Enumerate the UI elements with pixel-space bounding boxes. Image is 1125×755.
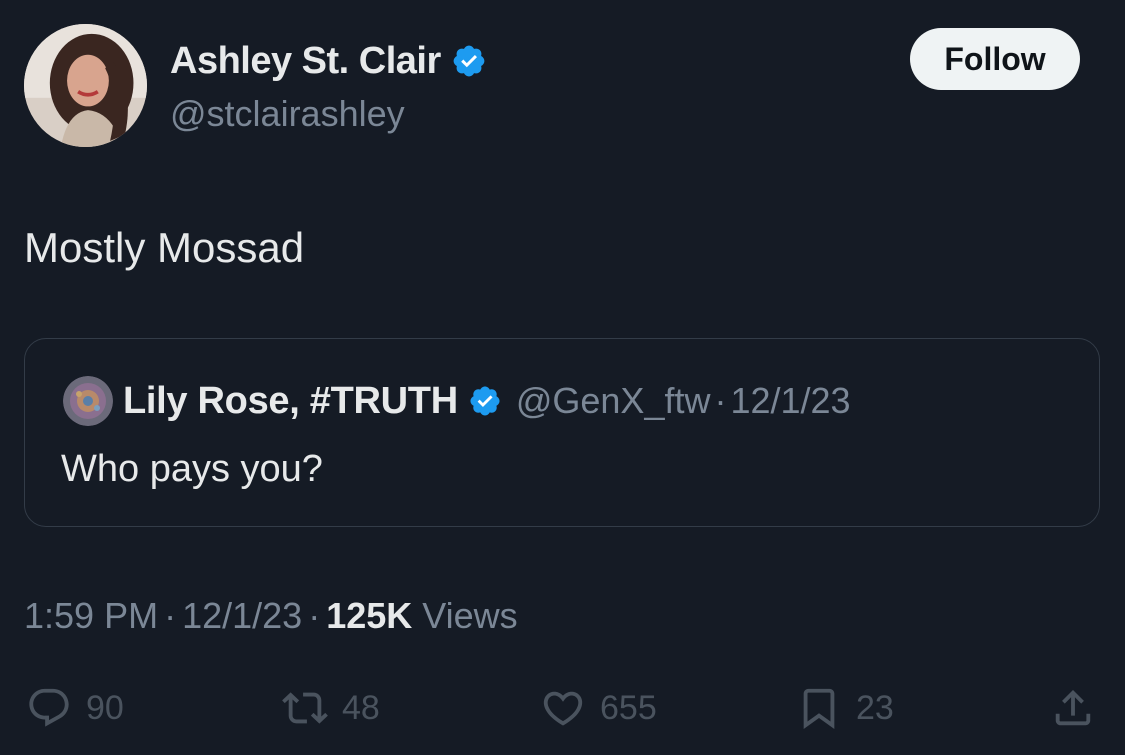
quoted-author-avatar[interactable] [63,376,113,426]
quoted-tweet-card[interactable]: Lily Rose, #TRUTH @GenX_ftw · 12/1/23 Wh… [24,338,1100,527]
views-label[interactable]: Views [422,595,517,636]
repost-count: 48 [342,688,380,727]
quoted-author-handle[interactable]: @GenX_ftw [516,377,711,425]
repost-icon [282,692,328,724]
verified-badge-icon[interactable] [451,43,487,79]
quoted-author-name[interactable]: Lily Rose, #TRUTH [123,377,458,425]
action-bar: 90 48 655 23 [0,682,1125,734]
bookmark-count: 23 [856,688,894,727]
views-count[interactable]: 125K [326,595,412,636]
reply-icon [29,688,69,727]
share-button[interactable] [1050,682,1096,734]
quoted-author-avatar-image [63,376,113,426]
repost-button[interactable]: 48 [282,682,380,734]
author-avatar-image [24,24,147,147]
meta-separator: · [164,595,177,636]
author-avatar[interactable] [24,24,147,147]
bookmark-button[interactable]: 23 [796,682,894,734]
follow-button[interactable]: Follow [910,28,1080,90]
reply-button[interactable]: 90 [26,682,124,734]
reply-count: 90 [86,688,124,727]
heart-icon [543,691,583,726]
author-name-text[interactable]: Ashley St. Clair [170,38,441,84]
bookmark-icon [803,688,835,729]
verified-badge-icon[interactable] [468,384,502,418]
meta-separator: · [308,595,321,636]
share-icon [1055,689,1091,726]
tweet-date[interactable]: 12/1/23 [182,595,302,636]
tweet-text: Mostly Mossad [24,224,305,271]
like-button[interactable]: 655 [540,682,657,734]
quoted-tweet-header: Lily Rose, #TRUTH @GenX_ftw · 12/1/23 [123,377,851,425]
tweet-meta: 1:59 PM · 12/1/23 · 125K Views [24,592,518,640]
quoted-tweet-date[interactable]: 12/1/23 [730,377,850,425]
tweet-time[interactable]: 1:59 PM [24,595,158,636]
quoted-separator: · [714,380,727,421]
author-handle[interactable]: @stclairashley [170,92,405,136]
like-count: 655 [600,688,657,727]
quoted-tweet-text: Who pays you? [61,448,323,490]
author-name[interactable]: Ashley St. Clair [170,38,487,84]
